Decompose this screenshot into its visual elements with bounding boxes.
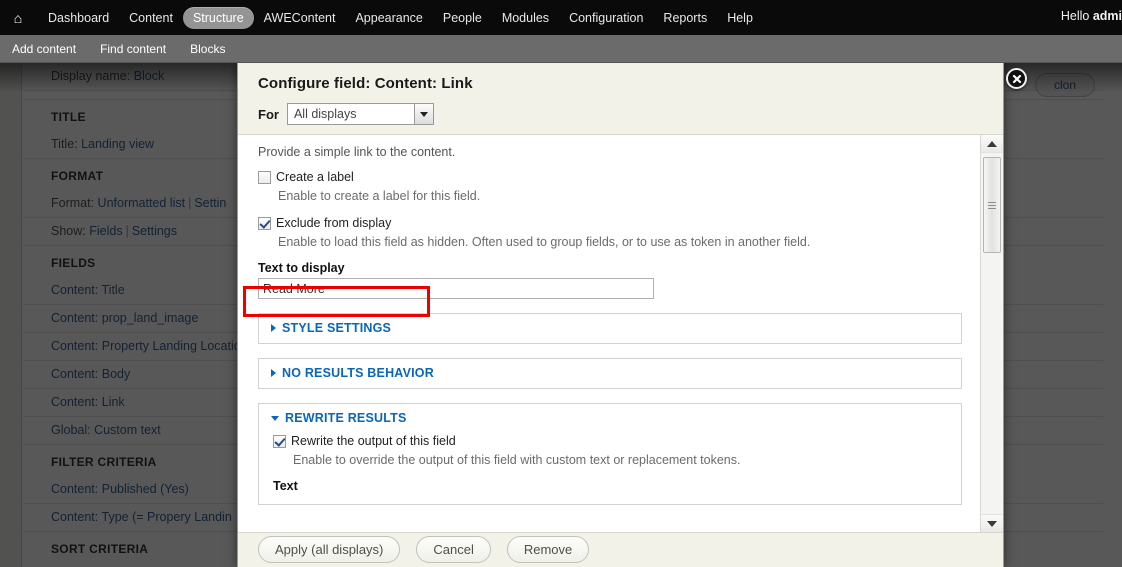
chevron-down-icon [271,415,279,421]
secondary-toolbar: Add content Find content Blocks [0,35,1122,63]
scroll-up-icon[interactable] [981,135,1003,153]
rewrite-output-text: Rewrite the output of this field [291,434,456,448]
greeting-prefix: Hello [1060,9,1093,23]
greeting-username: admi [1092,9,1122,23]
apply-all-displays-button[interactable]: Apply (all displays) [258,536,401,563]
style-settings-toggle[interactable]: STYLE SETTINGS [271,321,951,335]
toolbar-item-structure[interactable]: Structure [182,6,254,29]
rewrite-results-toggle[interactable]: REWRITE RESULTS [271,411,951,425]
toolbar-item-modules[interactable]: Modules [492,7,559,29]
text-to-display-input[interactable] [258,278,654,299]
rewrite-output-help: Enable to override the output of this fi… [293,453,741,467]
cancel-button[interactable]: Cancel [416,536,491,563]
style-settings-fieldset: STYLE SETTINGS [258,313,962,344]
chevron-down-icon[interactable] [413,104,433,124]
create-label-checkbox[interactable] [258,171,271,184]
close-icon[interactable] [1006,68,1027,89]
field-description: Provide a simple link to the content. [258,145,456,159]
displays-select[interactable]: All displays [286,103,434,125]
create-label-checkbox-row[interactable]: Create a label [258,169,962,185]
modal-footer: Apply (all displays) Cancel Remove [238,533,1003,567]
scrollbar-grip [988,200,996,211]
toolbar-item-dashboard[interactable]: Dashboard [38,7,119,29]
configure-field-modal: Configure field: Content: Link For All d… [237,63,1004,567]
modal-body: Provide a simple link to the content. Cr… [238,135,1003,533]
screen-root: clon Display name: BlockTITLETitle: Land… [0,0,1122,567]
modal-scrollbar[interactable] [980,135,1003,532]
toolbar-item-help[interactable]: Help [717,7,763,29]
toolbar-item-people[interactable]: People [433,7,492,29]
scrollbar-thumb[interactable] [983,157,1001,253]
primary-toolbar: ⌂ Dashboard Content Structure AWEContent App… [0,0,1122,35]
exclude-from-display-help: Enable to load this field as hidden. Oft… [278,235,811,249]
no-results-behavior-toggle[interactable]: NO RESULTS BEHAVIOR [271,366,951,380]
scroll-down-icon[interactable] [981,514,1003,532]
remove-button[interactable]: Remove [506,536,590,563]
create-label-help: Enable to create a label for this field. [278,189,481,203]
subtoolbar-item-find-content[interactable]: Find content [88,42,178,56]
subtoolbar-item-add-content[interactable]: Add content [0,42,88,56]
toolbar-item-configuration[interactable]: Configuration [559,7,653,29]
rewrite-results-fieldset: REWRITE RESULTS Rewrite the output of th… [258,403,962,505]
modal-scroll-content: Provide a simple link to the content. Cr… [238,135,980,532]
no-results-behavior-fieldset: NO RESULTS BEHAVIOR [258,358,962,389]
home-icon[interactable]: ⌂ [10,10,26,26]
subtoolbar-item-blocks[interactable]: Blocks [178,42,237,56]
rewrite-text-label: Text [273,479,298,493]
toolbar-item-appearance[interactable]: Appearance [345,7,432,29]
modal-header: Configure field: Content: Link For All d… [238,63,1003,135]
toolbar-item-reports[interactable]: Reports [653,7,717,29]
user-greeting: Hello admi [1061,9,1122,23]
for-label: For [258,106,279,122]
toolbar-item-awecontent[interactable]: AWEContent [254,7,346,29]
rewrite-results-body: Rewrite the output of this field Enable … [271,425,951,493]
text-to-display-label: Text to display [258,261,345,275]
rewrite-output-checkbox[interactable] [273,435,286,448]
no-results-behavior-title: NO RESULTS BEHAVIOR [282,366,434,380]
exclude-from-display-checkbox[interactable] [258,217,271,230]
for-display-row: For All displays [258,103,983,125]
rewrite-results-title: REWRITE RESULTS [285,411,407,425]
toolbar-item-content[interactable]: Content [119,7,183,29]
displays-select-value: All displays [293,107,357,121]
style-settings-title: STYLE SETTINGS [282,321,392,335]
modal-title: Configure field: Content: Link [258,75,473,92]
chevron-right-icon [271,324,276,332]
rewrite-output-checkbox-row[interactable]: Rewrite the output of this field [273,433,951,449]
create-label-text: Create a label [276,170,354,184]
exclude-from-display-checkbox-row[interactable]: Exclude from display [258,215,962,231]
exclude-from-display-text: Exclude from display [276,216,392,230]
chevron-right-icon [271,369,276,377]
